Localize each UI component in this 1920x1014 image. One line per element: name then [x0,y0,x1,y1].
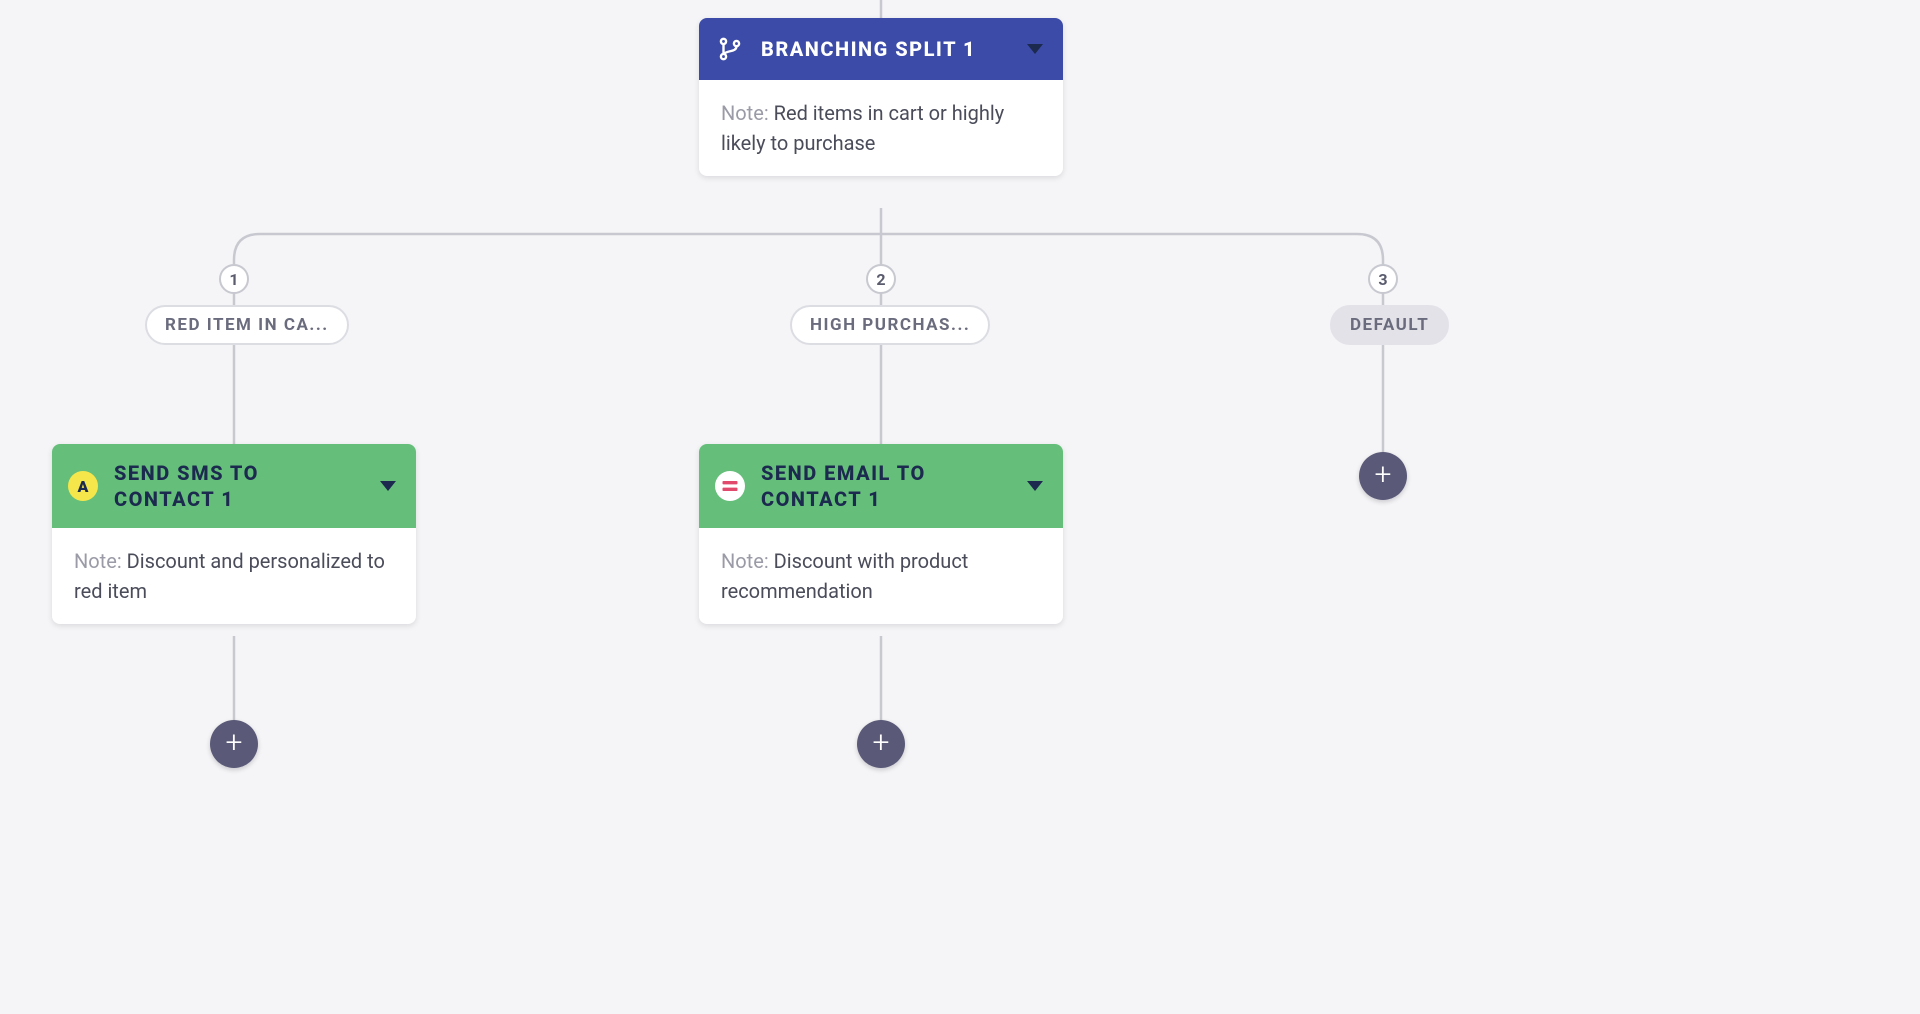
branching-split-header[interactable]: BRANCHING SPLIT 1 [699,18,1063,80]
send-sms-node[interactable]: A SEND SMS TO CONTACT 1 Note: Discount a… [52,444,416,624]
workflow-canvas: BRANCHING SPLIT 1 Note: Red items in car… [0,0,1525,806]
add-step-button[interactable] [210,720,258,768]
branching-split-title: BRANCHING SPLIT 1 [761,36,1011,62]
chevron-down-icon [1027,481,1043,491]
branch-icon [715,34,745,64]
note-label: Note: [721,549,769,573]
add-step-button[interactable] [1359,452,1407,500]
chevron-down-icon [380,481,396,491]
chevron-down-icon [1027,44,1043,54]
sms-provider-icon: A [68,471,98,501]
branch-condition-pill[interactable]: RED ITEM IN CA... [145,305,349,345]
note-label: Note: [74,549,122,573]
note-label: Note: [721,101,769,125]
branch-number-badge: 1 [219,264,249,294]
send-email-title: SEND EMAIL TO CONTACT 1 [761,460,1011,512]
branch-condition-pill[interactable]: HIGH PURCHAS... [790,305,990,345]
send-sms-title: SEND SMS TO CONTACT 1 [114,460,364,512]
branch-default-pill[interactable]: DEFAULT [1330,305,1449,345]
send-email-node[interactable]: SEND EMAIL TO CONTACT 1 Note: Discount w… [699,444,1063,624]
branch-number-badge: 3 [1368,264,1398,294]
send-sms-header[interactable]: A SEND SMS TO CONTACT 1 [52,444,416,528]
branching-split-node[interactable]: BRANCHING SPLIT 1 Note: Red items in car… [699,18,1063,176]
send-email-note: Note: Discount with product recommendati… [699,528,1063,624]
email-provider-icon [715,471,745,501]
branch-number-badge: 2 [866,264,896,294]
add-step-button[interactable] [857,720,905,768]
send-sms-note: Note: Discount and personalized to red i… [52,528,416,624]
branching-split-note: Note: Red items in cart or highly likely… [699,80,1063,176]
send-email-header[interactable]: SEND EMAIL TO CONTACT 1 [699,444,1063,528]
